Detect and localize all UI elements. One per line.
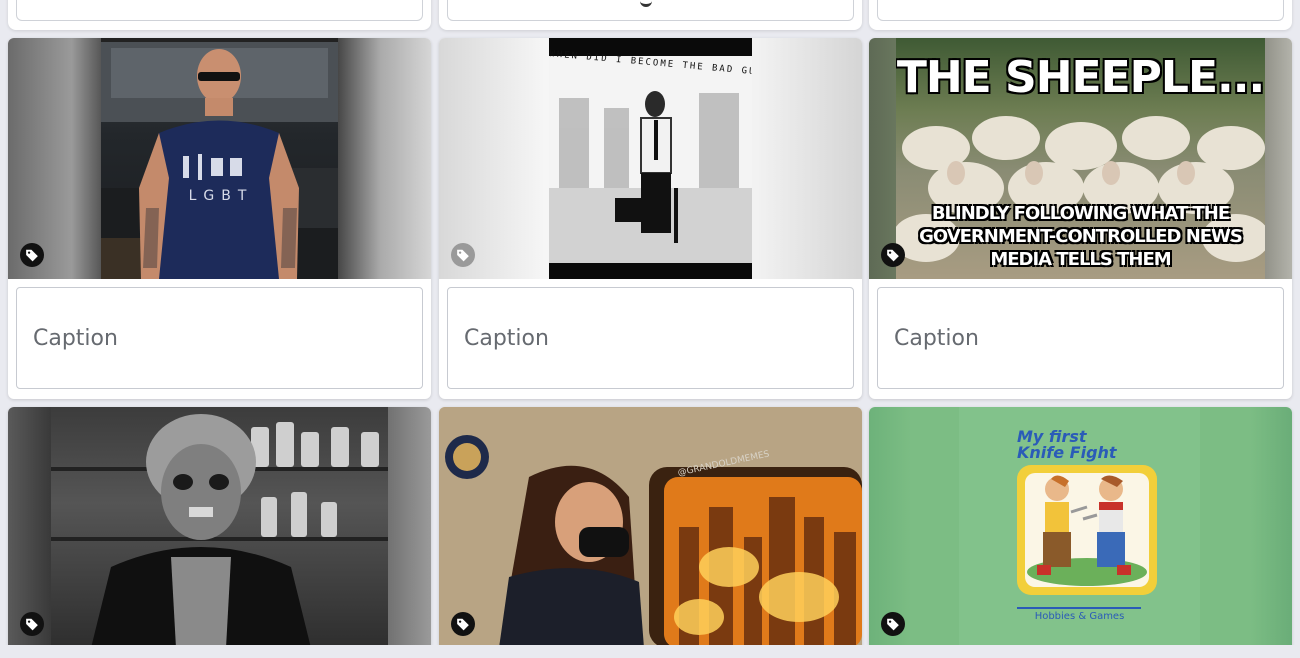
skeleton-woman-illustration bbox=[51, 414, 388, 648]
tag-icon bbox=[887, 618, 899, 631]
image-thumbnail[interactable]: @GRANDOLDMEMES bbox=[439, 407, 862, 648]
tag-icon bbox=[26, 618, 38, 631]
shirt-text: LGBT bbox=[188, 188, 254, 204]
image-card: LGBT bbox=[8, 38, 431, 399]
image-thumbnail[interactable]: THE SHEEPLE... BLINDLY FOLLOWING WHAT TH… bbox=[869, 38, 1292, 279]
plane-window-illustration bbox=[439, 407, 862, 648]
tag-button[interactable] bbox=[881, 243, 905, 267]
tag-icon bbox=[887, 249, 899, 262]
tag-button[interactable] bbox=[451, 612, 475, 636]
meme-top-text: THE SHEEPLE... bbox=[896, 52, 1265, 103]
tag-button[interactable] bbox=[20, 612, 44, 636]
bottom-edge bbox=[0, 645, 1300, 658]
tag-icon bbox=[457, 249, 469, 262]
meme-bottom-text: MEDIA TELLS THEM bbox=[990, 249, 1171, 270]
skeleton-woman-image bbox=[51, 407, 388, 648]
meme-bottom-text: BLINDLY FOLLOWING WHAT THE bbox=[931, 203, 1230, 224]
image-card: WHEN DID I BECOME THE BAD GUY bbox=[439, 38, 862, 399]
image-card: My first Knife Fight Hobbies & Games bbox=[869, 407, 1292, 657]
image-grid: LGBT Caption WHEN DID I BECOME THE BAD G… bbox=[0, 0, 1300, 658]
tag-icon bbox=[26, 249, 38, 262]
tag-icon bbox=[457, 618, 469, 631]
sheeple-image: THE SHEEPLE... BLINDLY FOLLOWING WHAT TH… bbox=[896, 38, 1265, 279]
tag-button[interactable] bbox=[881, 612, 905, 636]
man-in-tshirt-image: LGBT bbox=[101, 38, 338, 279]
image-card: @GRANDOLDMEMES bbox=[439, 407, 862, 657]
caption-input[interactable] bbox=[16, 287, 423, 389]
image-thumbnail[interactable]: WHEN DID I BECOME THE BAD GUY bbox=[439, 38, 862, 279]
man-in-tshirt-illustration bbox=[101, 38, 338, 279]
image-card: THE SHEEPLE... BLINDLY FOLLOWING WHAT TH… bbox=[869, 38, 1292, 399]
image-card bbox=[8, 407, 431, 657]
book-title: Knife Fight bbox=[1017, 443, 1117, 462]
tag-button[interactable] bbox=[451, 243, 475, 267]
meme-gallery-page: LGBT Caption WHEN DID I BECOME THE BAD G… bbox=[0, 0, 1300, 658]
book-footer: Hobbies & Games bbox=[1034, 611, 1125, 622]
plane-window-image: @GRANDOLDMEMES bbox=[439, 407, 862, 648]
meme-bottom-text: GOVERNMENT-CONTROLLED NEWS bbox=[919, 226, 1243, 247]
briefcase-man-image: WHEN DID I BECOME THE BAD GUY bbox=[549, 38, 752, 279]
caption-input[interactable] bbox=[877, 287, 1284, 389]
image-thumbnail[interactable]: LGBT bbox=[8, 38, 431, 279]
image-thumbnail[interactable]: My first Knife Fight Hobbies & Games bbox=[869, 407, 1292, 648]
caption-input[interactable] bbox=[447, 287, 854, 389]
tag-button[interactable] bbox=[20, 243, 44, 267]
image-thumbnail[interactable] bbox=[8, 407, 431, 648]
knife-fight-book-image: My first Knife Fight Hobbies & Games bbox=[959, 407, 1200, 648]
